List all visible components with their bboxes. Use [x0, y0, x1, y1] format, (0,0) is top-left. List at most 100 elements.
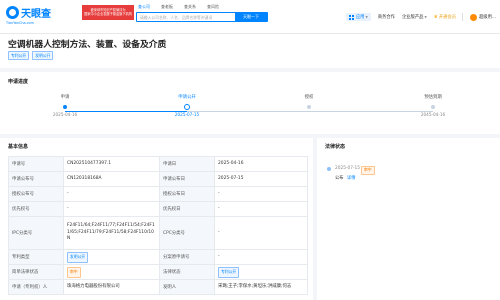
- search-tab-risk[interactable]: 查风险: [207, 4, 219, 11]
- field-value: -: [63, 186, 160, 202]
- progress-step-apply: 申请 2025-04-16: [35, 94, 95, 117]
- field-value: -: [63, 201, 160, 217]
- legal-status-date: 2025-07-15: [335, 166, 360, 171]
- search-tabs: 查公司 查老板 查关系 查风险: [138, 4, 219, 11]
- nav-apps[interactable]: 应用 ▼: [345, 13, 371, 21]
- nav-vip[interactable]: ♛ 开通会员: [433, 14, 456, 21]
- field-label: 专利类型: [8, 249, 64, 265]
- progress-step-publish: 申请公开 2025-07-15: [157, 94, 217, 117]
- field-label: 申请公布日: [159, 171, 215, 187]
- site-logo[interactable]: 天眼查 TianYanCha.com: [6, 5, 70, 27]
- progress-steps: 申请 2025-04-16 申请公开 2025-07-15 授权 预估到期 20…: [35, 94, 455, 128]
- tag-patent-public: 专利公开: [8, 51, 30, 60]
- field-label: CPC分类号: [159, 216, 215, 250]
- step-label: 授权: [304, 95, 314, 100]
- step-dot: [184, 103, 190, 110]
- field-value: 审中: [63, 264, 160, 280]
- legal-status-detail-link[interactable]: 详情: [347, 176, 356, 181]
- top-nav: 应用 ▼ 商务合作 企业版产品 ▼ ♛ 开通会员 超级用...: [345, 12, 496, 22]
- field-value: -: [214, 201, 308, 217]
- nav-apps-label: 应用: [355, 15, 365, 20]
- field-label: 发明人: [159, 279, 215, 295]
- legal-status-title: 法律状态: [325, 144, 346, 150]
- step-label: 申请: [60, 95, 70, 100]
- nav-user[interactable]: 超级用...: [470, 13, 496, 21]
- table-row: 申请号 CN202510477397.1 申请日 2025-04-16: [8, 156, 308, 172]
- search-tab-company[interactable]: 查公司: [138, 4, 150, 11]
- field-value: 发明公开: [63, 249, 160, 265]
- legal-status-event-name: 公布: [335, 176, 344, 181]
- search-input[interactable]: [137, 13, 237, 21]
- logo-name: 天眼查: [21, 9, 51, 20]
- step-date: 2025-04-16: [52, 111, 78, 117]
- logo-eye-icon: [6, 6, 19, 19]
- basic-info-table: 申请号 CN202510477397.1 申请日 2025-04-16 申请公布…: [8, 156, 308, 295]
- search-tab-boss[interactable]: 查老板: [161, 4, 173, 11]
- step-label: 申请公开: [178, 95, 196, 100]
- field-label: 申请号: [8, 156, 64, 172]
- table-row: IPC分类号 F24F11/64;F24F11/77;F24F11/54;F24…: [8, 216, 308, 250]
- legal-status-chip: 专利公开: [218, 266, 240, 278]
- field-label: 授权公布号: [8, 186, 64, 202]
- legal-status-line: 公布 详情: [335, 175, 356, 181]
- title-section: 空调机器人控制方法、装置、设备及介质 专利公开 发明公开: [0, 34, 500, 68]
- applicant-link[interactable]: 珠海格力电器股份有限公司: [63, 279, 160, 295]
- field-label: 法律状态: [159, 264, 215, 280]
- nav-enterprise[interactable]: 企业版产品 ▼: [402, 14, 427, 20]
- step-date: 2045-04-16: [420, 111, 446, 117]
- progress-step-expire: 预估到期 2045-04-16: [403, 94, 463, 117]
- field-label: 授权公布日: [159, 186, 215, 202]
- promo-banner[interactable]: 被深圳市知识产权局评为 国家中小企业发展子基金旗下机构: [82, 5, 134, 20]
- field-value: 2025-04-16: [214, 156, 308, 172]
- field-value: -: [214, 216, 308, 250]
- field-label: IPC分类号: [8, 216, 64, 250]
- field-label: 优先权日: [159, 201, 215, 217]
- table-row: 优先权号 - 优先权日 -: [8, 201, 308, 217]
- step-dot: [63, 104, 67, 109]
- table-row: 申请（专利权）人 珠海格力电器股份有限公司 发明人 宋璐;王子;李保水;黄坦乐;…: [8, 279, 308, 295]
- nav-divider: [462, 13, 463, 21]
- top-header: 天眼查 TianYanCha.com 被深圳市知识产权局评为 国家中小企业发展子…: [0, 0, 500, 34]
- basic-info-title: 基本信息: [8, 144, 29, 150]
- field-label: 分案原申请号: [159, 249, 215, 265]
- nav-enterprise-label: 企业版产品: [401, 15, 424, 20]
- nav-vip-label: 开通会员: [438, 15, 456, 20]
- timeline-dot: [327, 167, 331, 171]
- chevron-down-icon: ▼: [365, 15, 368, 19]
- application-progress-card: 申请进度 申请 2025-04-16 申请公开 2025-07-15 授权 预估…: [0, 72, 500, 134]
- chevron-down-icon: ▼: [424, 15, 427, 19]
- field-value: -: [214, 249, 308, 265]
- search-box: 天眼一下: [136, 12, 268, 22]
- logo-subtitle: TianYanCha.com: [6, 21, 34, 25]
- patent-type-chip: 发明公开: [67, 251, 89, 263]
- field-value: -: [214, 186, 308, 202]
- search-button[interactable]: 天眼一下: [235, 12, 267, 22]
- field-value: CN202510477397.1: [63, 156, 160, 172]
- nav-user-label: 超级用...: [479, 15, 496, 20]
- patent-tags: 专利公开 发明公开: [8, 51, 54, 60]
- table-row: 授权公布号 - 授权公布日 -: [8, 186, 308, 202]
- legal-status-card: 法律状态 2025-07-15 审中 公布 详情: [317, 138, 500, 300]
- step-dot: [307, 104, 311, 109]
- tag-invention-public: 发明公开: [32, 51, 54, 60]
- field-label: 优先权号: [8, 201, 64, 217]
- field-value: 2025-07-15: [214, 171, 308, 187]
- table-row: 简单法律状态 审中 法律状态 专利公开: [8, 264, 308, 280]
- field-label: 申请日: [159, 156, 215, 172]
- nav-business[interactable]: 商务合作: [378, 14, 395, 20]
- step-date: 2025-07-15: [174, 111, 200, 117]
- step-label: 预估到期: [424, 95, 442, 100]
- basic-info-card: 基本信息 申请号 CN202510477397.1 申请日 2025-04-16…: [0, 138, 313, 300]
- apps-grid-icon: [348, 14, 354, 20]
- promo-text: 国家中小企业发展子基金旗下机构: [84, 12, 132, 17]
- progress-step-grant: 授权: [279, 94, 339, 112]
- table-row: 专利类型 发明公开 分案原申请号 -: [8, 249, 308, 265]
- step-dot: [431, 104, 435, 109]
- search-tab-relation[interactable]: 查关系: [184, 4, 196, 11]
- crown-icon: ♛: [433, 14, 438, 20]
- field-label: 申请公布号: [8, 171, 64, 187]
- field-value: F24F11/64;F24F11/77;F24F11/54;F24F11/65;…: [63, 216, 160, 250]
- legal-status-chip: 审中: [361, 165, 375, 175]
- field-value: 专利公开: [214, 264, 308, 280]
- page-title: 空调机器人控制方法、装置、设备及介质: [8, 40, 167, 50]
